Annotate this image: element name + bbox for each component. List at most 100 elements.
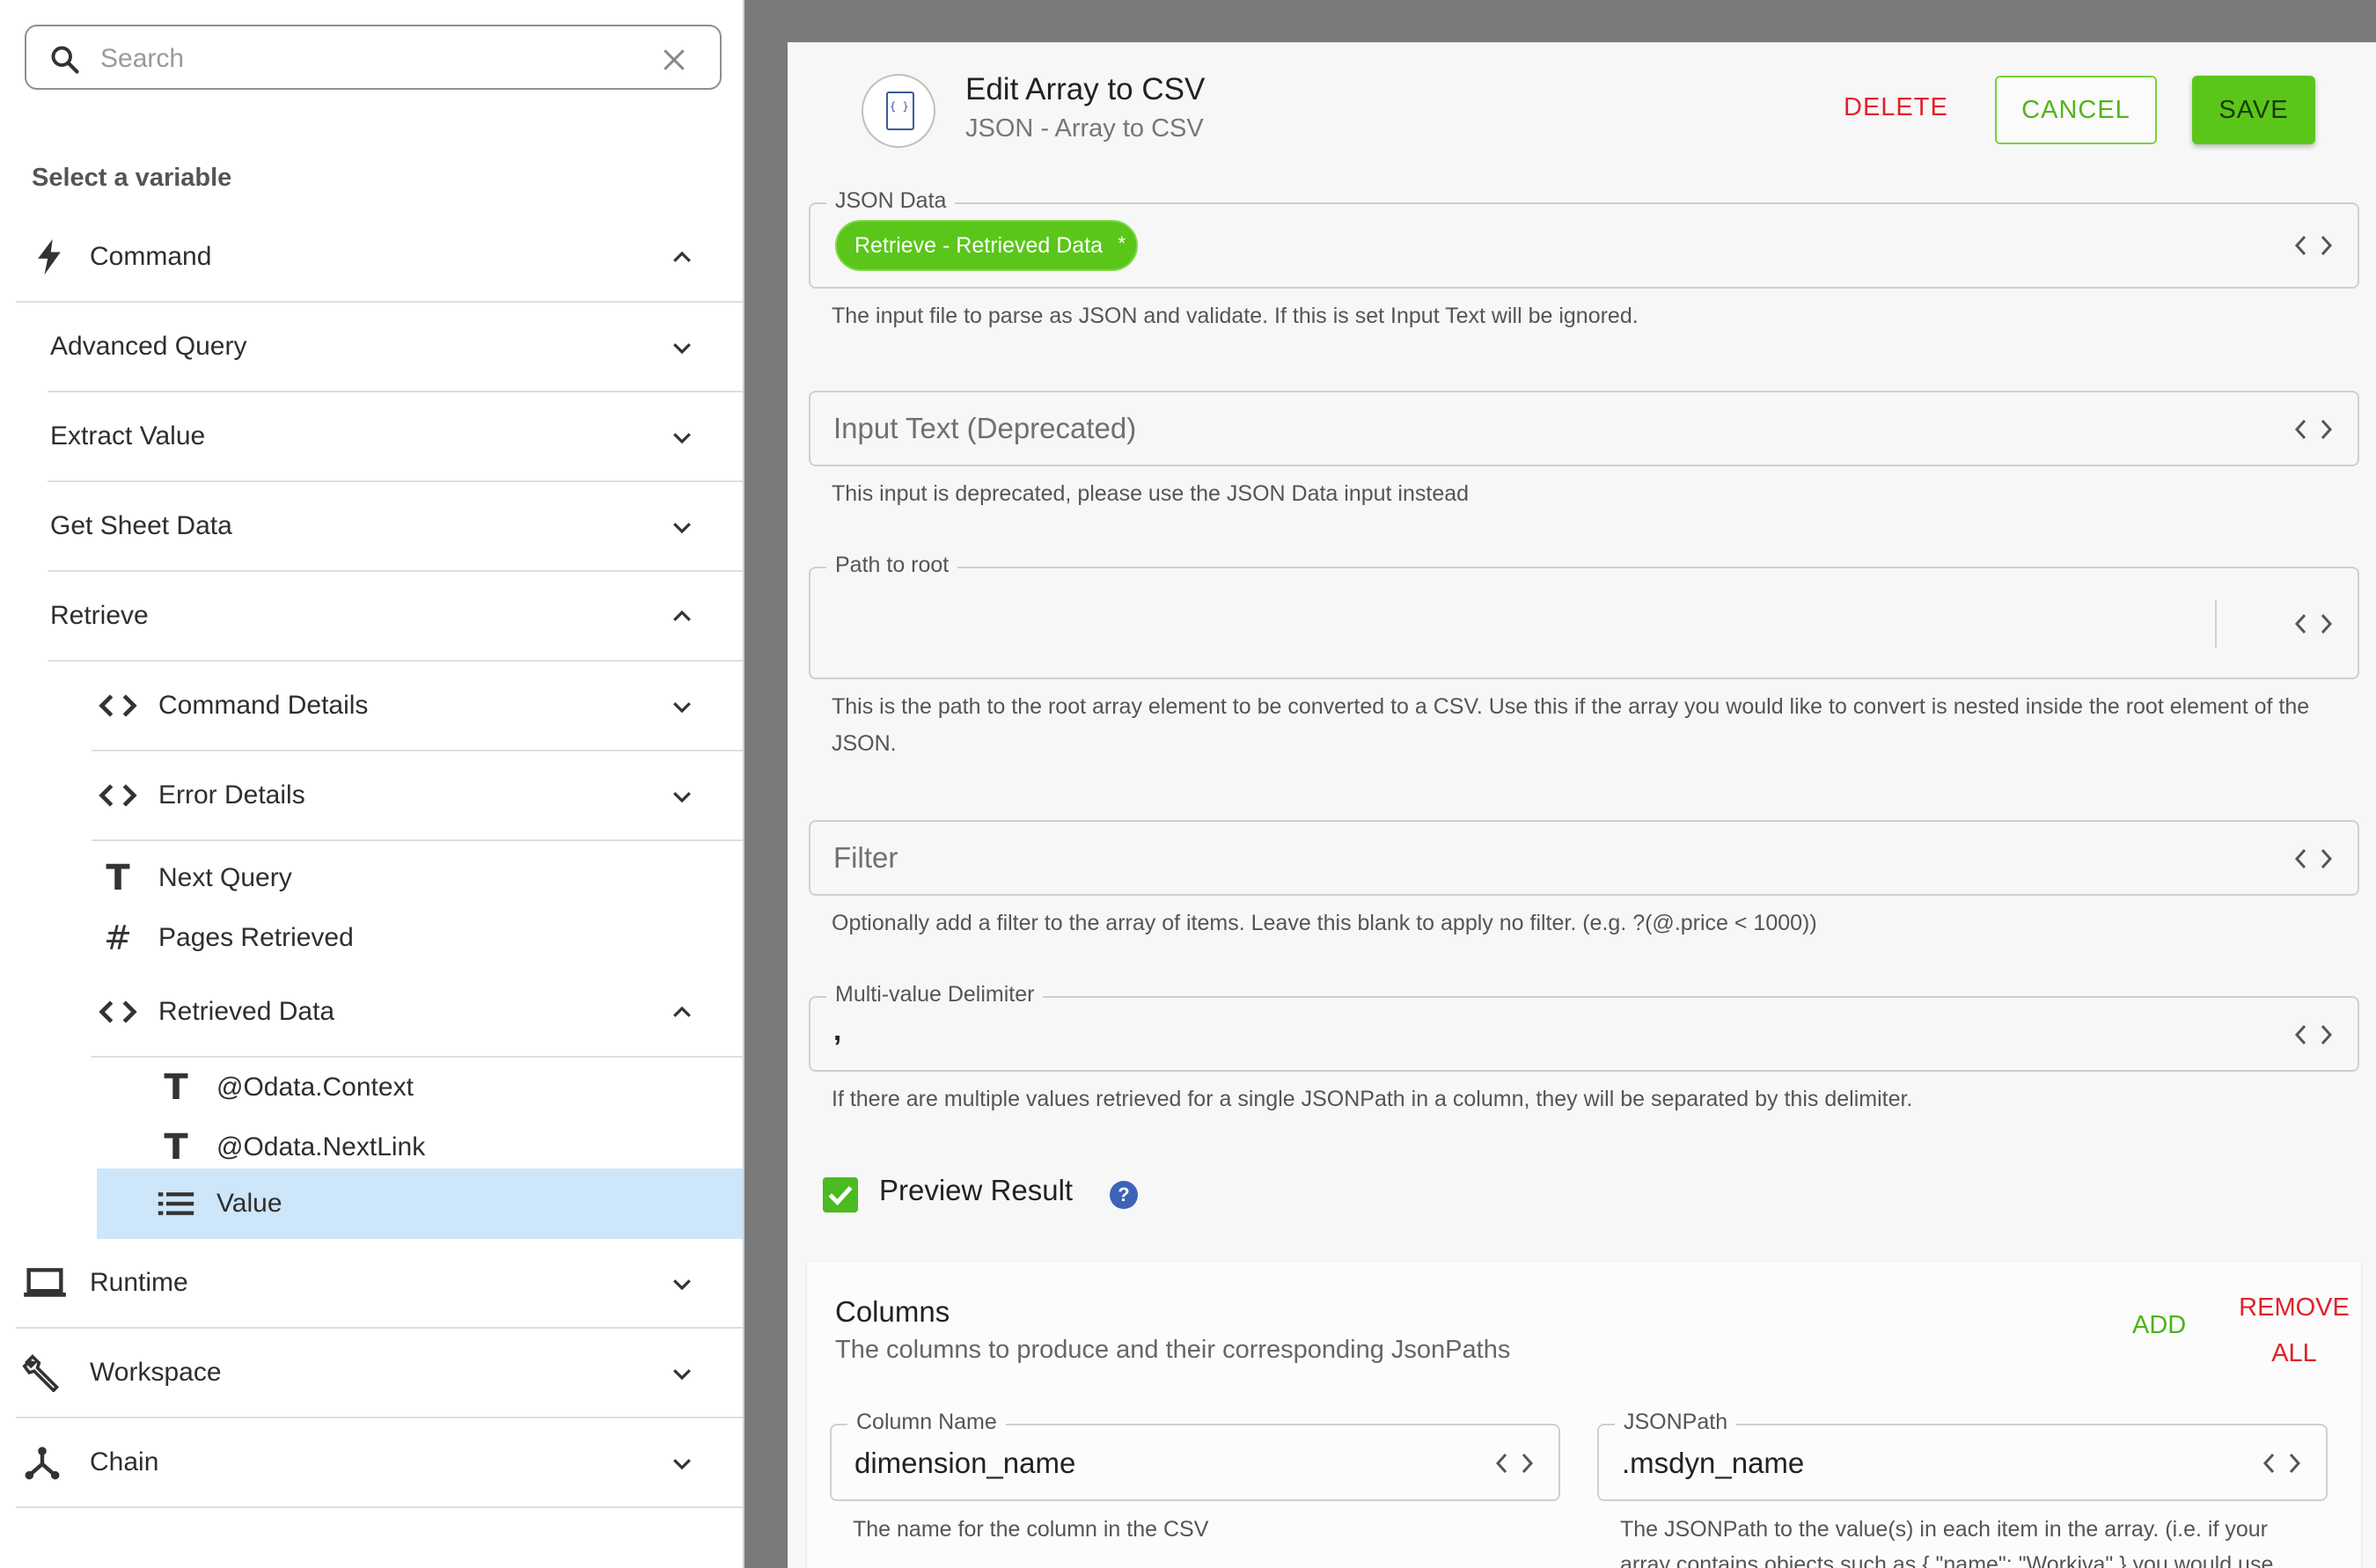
chevron-up-icon	[673, 1006, 691, 1017]
category-command[interactable]: Command	[16, 213, 743, 303]
remove-all-button[interactable]: REMOVE ALL	[2233, 1285, 2356, 1376]
sidebar-item-label: Get Sheet Data	[50, 511, 232, 540]
variable-chip[interactable]: Retrieve - Retrieved Data *	[835, 220, 1139, 271]
chevron-down-icon	[673, 523, 691, 534]
category-label: Chain	[90, 1447, 159, 1476]
chain-icon	[21, 1443, 69, 1482]
sidebar-item-label: Value	[216, 1189, 282, 1218]
field-label: Path to root	[826, 553, 958, 578]
text-type-icon: T	[106, 858, 130, 898]
sidebar-item-error-details[interactable]: Error Details	[92, 751, 743, 841]
dialog-title: Edit Array to CSV	[965, 72, 1206, 106]
help-icon[interactable]: ?	[1110, 1181, 1138, 1209]
sidebar-item-advanced-query[interactable]: Advanced Query	[48, 303, 743, 392]
lightning-icon	[30, 238, 69, 276]
sidebar-item-label: Error Details	[158, 780, 305, 810]
field-label: Multi-value Delimiter	[826, 982, 1044, 1007]
number-type-icon: #	[104, 919, 132, 957]
sidebar-item-label: @Odata.NextLink	[216, 1132, 426, 1161]
variable-panel: Search Select a variable Command Advance…	[0, 0, 744, 1568]
cancel-button[interactable]: CANCEL	[1995, 76, 2157, 144]
code-icon	[99, 776, 137, 815]
chevron-down-icon	[673, 792, 691, 803]
chevron-down-icon	[673, 702, 691, 714]
filter-field[interactable]: Filter	[809, 820, 2359, 896]
sidebar-item-retrieve[interactable]: Retrieve	[48, 572, 743, 662]
columns-section: Columns The columns to produce and their…	[807, 1262, 2361, 1568]
sidebar-item-odata-context[interactable]: T @Odata.Context	[157, 1058, 743, 1117]
jsonpath-help: The JSONPath to the value(s) in each ite…	[1620, 1517, 2274, 1568]
close-icon[interactable]	[660, 46, 688, 74]
sidebar-item-extract-value[interactable]: Extract Value	[48, 392, 743, 482]
search-icon	[51, 46, 79, 74]
category-label: Runtime	[90, 1268, 188, 1297]
path-to-root-field[interactable]: Path to root	[809, 553, 2359, 679]
sidebar-item-value[interactable]: Value	[97, 1169, 743, 1239]
chip-label: Retrieve - Retrieved Data	[854, 232, 1104, 258]
remove-label: ALL	[2271, 1339, 2317, 1367]
panel-title: Select a variable	[32, 164, 232, 192]
search-input[interactable]: Search	[100, 44, 184, 74]
code-icon[interactable]	[2262, 1450, 2301, 1476]
chevron-up-icon	[673, 610, 691, 621]
category-chain[interactable]: Chain	[16, 1418, 743, 1508]
sidebar-item-label: Retrieved Data	[158, 997, 335, 1026]
text-type-icon: T	[164, 1127, 188, 1168]
columns-title: Columns	[835, 1295, 950, 1328]
save-button[interactable]: SAVE	[2192, 76, 2315, 144]
sidebar-item-command-details[interactable]: Command Details	[92, 662, 743, 751]
remove-label: REMOVE	[2239, 1293, 2350, 1322]
jsonpath-field[interactable]: JSONPath .msdyn_name	[1597, 1410, 2328, 1501]
sidebar-item-label: Extract Value	[50, 421, 206, 451]
sidebar-item-label: @Odata.Context	[216, 1073, 414, 1102]
edit-dialog: { } Edit Array to CSV JSON - Array to CS…	[788, 42, 2376, 1568]
code-icon[interactable]	[2294, 232, 2333, 259]
sidebar-item-next-query[interactable]: T Next Query	[99, 848, 743, 908]
category-runtime[interactable]: Runtime	[16, 1239, 743, 1329]
sidebar-item-retrieved-data[interactable]: Retrieved Data	[92, 968, 743, 1058]
input-text-placeholder: Input Text (Deprecated)	[833, 412, 1137, 444]
chevron-down-icon	[673, 343, 691, 355]
code-icon[interactable]	[2294, 416, 2333, 443]
laptop-icon	[21, 1264, 69, 1302]
delimiter-field[interactable]: Multi-value Delimiter ,	[809, 982, 2359, 1072]
field-label: JSON Data	[826, 188, 956, 214]
code-icon[interactable]	[1495, 1450, 1534, 1476]
chip-mark: *	[1118, 232, 1126, 254]
add-column-button[interactable]: ADD	[2132, 1311, 2186, 1340]
divider	[2215, 600, 2217, 648]
field-label: Column Name	[847, 1410, 1006, 1435]
column-name-field[interactable]: Column Name dimension_name	[830, 1410, 1560, 1501]
delimiter-value: ,	[833, 1014, 842, 1046]
path-to-root-help: This is the path to the root array eleme…	[832, 694, 2310, 756]
sidebar-item-pages-retrieved[interactable]: # Pages Retrieved	[99, 908, 743, 968]
code-icon[interactable]	[2294, 846, 2333, 872]
sidebar-item-label: Next Query	[158, 863, 292, 892]
filter-placeholder: Filter	[833, 841, 898, 874]
input-text-field[interactable]: Input Text (Deprecated)	[809, 391, 2359, 466]
category-label: Workspace	[90, 1358, 222, 1387]
delete-button[interactable]: DELETE	[1844, 93, 1948, 122]
json-data-field[interactable]: JSON Data Retrieve - Retrieved Data *	[809, 188, 2359, 289]
code-icon[interactable]	[2294, 611, 2333, 637]
code-icon	[99, 993, 137, 1031]
chevron-down-icon	[673, 1279, 691, 1291]
column-name-help: The name for the column in the CSV	[853, 1517, 1209, 1542]
input-text-help: This input is deprecated, please use the…	[832, 481, 1470, 506]
preview-checkbox[interactable]	[823, 1177, 858, 1213]
json-file-icon: { }	[862, 74, 935, 148]
chevron-up-icon	[673, 251, 691, 262]
list-icon	[157, 1184, 195, 1223]
dialog-subtitle: JSON - Array to CSV	[965, 114, 1204, 143]
code-icon[interactable]	[2294, 1022, 2333, 1048]
category-label: Command	[90, 242, 212, 271]
chevron-down-icon	[673, 1369, 691, 1381]
filter-help: Optionally add a filter to the array of …	[832, 911, 1817, 935]
category-workspace[interactable]: Workspace	[16, 1329, 743, 1418]
preview-label: Preview Result	[879, 1174, 1074, 1206]
code-icon	[99, 686, 137, 725]
sidebar-item-get-sheet-data[interactable]: Get Sheet Data	[48, 482, 743, 572]
chevron-down-icon	[673, 433, 691, 444]
jsonpath-value: .msdyn_name	[1622, 1447, 1805, 1479]
search-box[interactable]: Search	[25, 25, 722, 90]
